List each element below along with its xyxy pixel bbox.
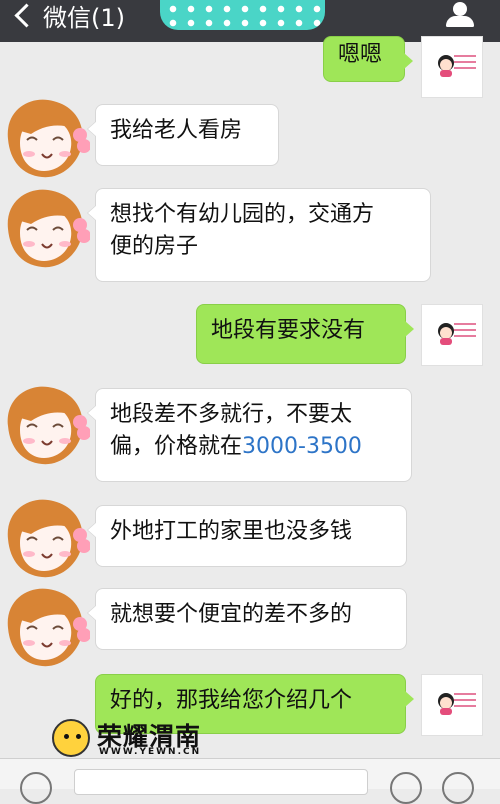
message-text: 嗯嗯 [338, 42, 383, 67]
message-text: 地段有要求没有 [211, 318, 366, 343]
message-text: 外地打工的家里也没多钱 [110, 519, 353, 544]
decorative-lines-icon [454, 323, 476, 341]
watermark-logo: 荣耀渭南 WWW.YEWN.CN [52, 715, 212, 763]
emoji-icon[interactable] [390, 772, 422, 804]
contact-avatar[interactable] [0, 183, 90, 273]
plus-icon[interactable] [442, 772, 474, 804]
contact-avatar[interactable] [0, 493, 90, 583]
contact-avatar[interactable] [0, 93, 90, 183]
message-text-line: 偏，价格就在3000-3500 [110, 431, 397, 463]
decorative-lines-icon [454, 693, 476, 711]
received-message-bubble[interactable]: 外地打工的家里也没多钱 [87, 505, 407, 567]
self-avatar[interactable] [421, 304, 483, 366]
decorative-lines-icon [454, 55, 476, 73]
received-message-bubble[interactable]: 我给老人看房 [87, 104, 279, 166]
back-arrow-icon [14, 2, 39, 28]
voice-icon[interactable] [20, 772, 52, 804]
profile-icon[interactable] [444, 0, 476, 28]
price-range-text: 3000-3500 [242, 434, 362, 459]
message-text: 就想要个便宜的差不多的 [110, 602, 353, 627]
message-text-prefix: 偏，价格就在 [110, 434, 243, 459]
back-button[interactable]: 微信(1) [8, 0, 125, 32]
sent-message-bubble[interactable]: 地段有要求没有 [196, 304, 414, 364]
sent-message-bubble[interactable]: 嗯嗯 [323, 36, 413, 82]
message-text-line: 地段差不多就行，不要太 [110, 402, 353, 427]
bee-logo-icon [52, 719, 90, 757]
message-input[interactable] [74, 769, 368, 795]
watermark-url: WWW.YEWN.CN [99, 747, 202, 757]
message-text: 我给老人看房 [110, 118, 243, 143]
received-message-bubble[interactable]: 想找个有幼儿园的，交通方 便的房子 [87, 188, 431, 282]
contact-avatar[interactable] [0, 380, 90, 470]
contact-name-mask [160, 0, 325, 30]
back-label: 微信(1) [43, 3, 125, 32]
message-input-bar [0, 758, 500, 804]
message-text-line: 想找个有幼儿园的，交通方 [110, 202, 375, 227]
self-avatar[interactable] [421, 36, 483, 98]
received-message-bubble[interactable]: 地段差不多就行，不要太 偏，价格就在3000-3500 [87, 388, 412, 482]
self-avatar[interactable] [421, 674, 483, 736]
received-message-bubble[interactable]: 就想要个便宜的差不多的 [87, 588, 407, 650]
message-text-line: 便的房子 [110, 234, 199, 259]
contact-avatar[interactable] [0, 582, 90, 672]
message-text: 好的，那我给您介绍几个 [110, 688, 353, 713]
